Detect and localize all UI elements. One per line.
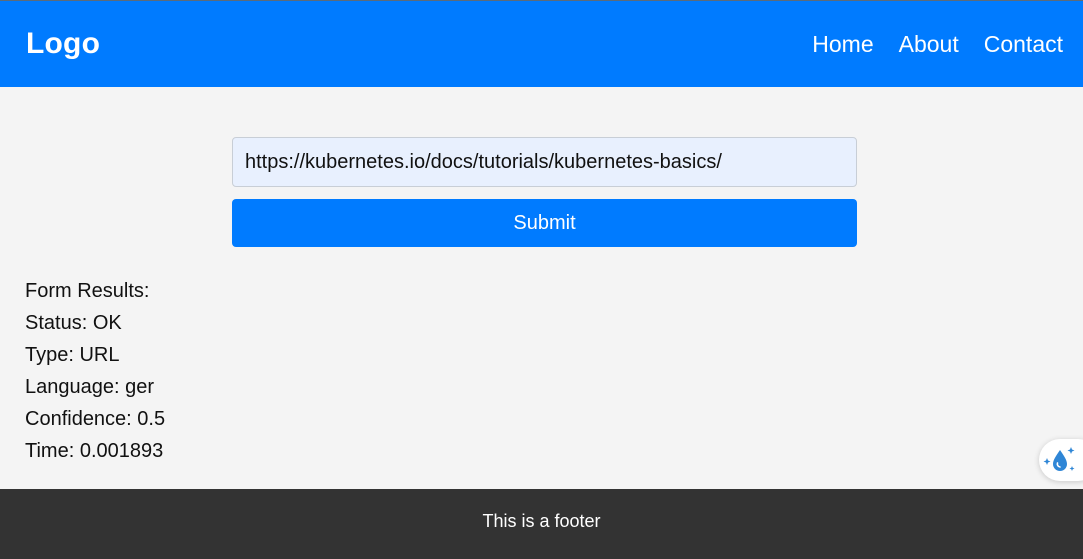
result-language: Language: ger [25, 376, 155, 398]
nav-link-contact[interactable]: Contact [984, 31, 1063, 58]
logo: Logo [26, 27, 101, 60]
nav-link-home[interactable]: Home [812, 31, 873, 58]
water-drop-sparkle-icon [1043, 447, 1075, 471]
footer-text: This is a footer [482, 510, 601, 531]
site-header: Logo Home About Contact [0, 1, 1083, 87]
result-status: Status: OK [25, 312, 122, 334]
nav-link-about[interactable]: About [899, 31, 959, 58]
form-results: Form Results: Status: OK Type: URL Langu… [25, 275, 165, 467]
result-confidence: Confidence: 0.5 [25, 408, 166, 430]
submit-button[interactable]: Submit [232, 199, 857, 247]
url-input[interactable] [232, 137, 857, 187]
site-footer: This is a footer [0, 489, 1083, 559]
results-title: Form Results: [25, 280, 150, 302]
result-type: Type: URL [25, 344, 120, 366]
result-time: Time: 0.001893 [25, 440, 164, 462]
main-nav: Home About Contact [812, 31, 1063, 58]
floating-extension-button[interactable] [1039, 439, 1083, 481]
